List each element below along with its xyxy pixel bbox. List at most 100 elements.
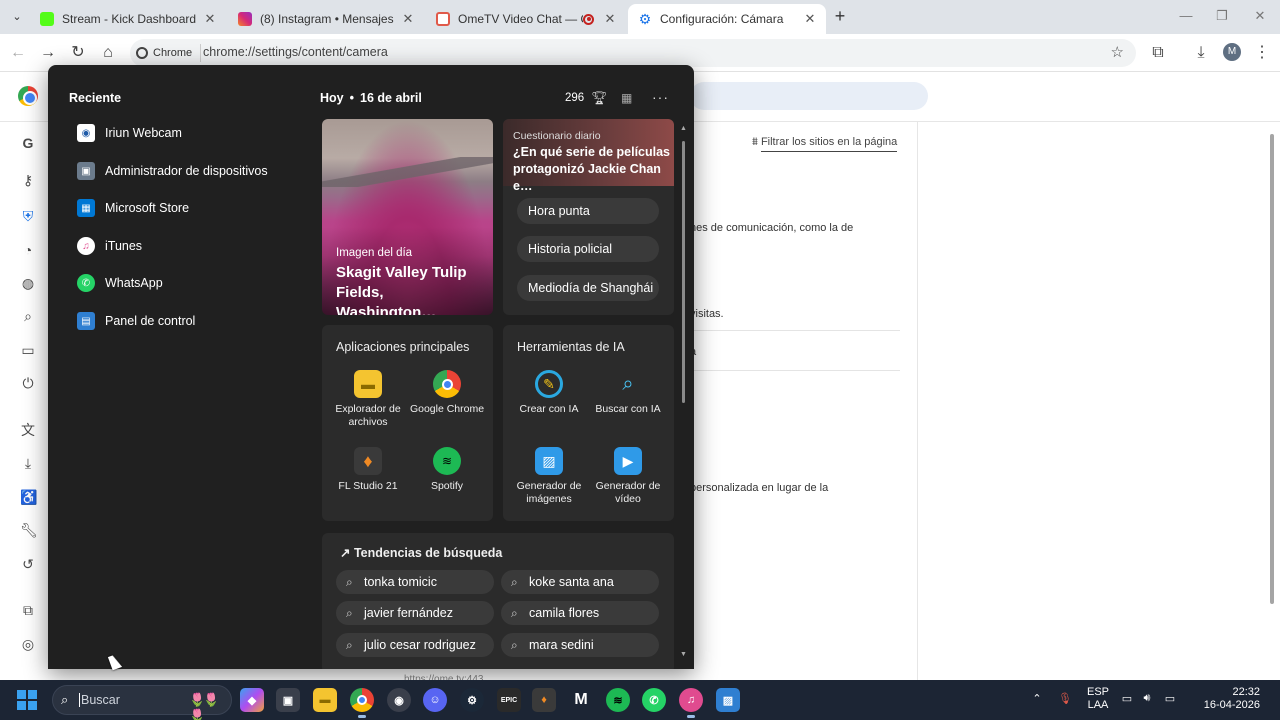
show-hidden-icons-chevron-icon[interactable]: ⌃ xyxy=(1030,692,1044,705)
trophy-icon[interactable]: 🏆︎ xyxy=(591,90,608,106)
tool-video-generator[interactable]: ▶ Generador de vídeo xyxy=(589,447,667,506)
app-fl-studio[interactable]: ♦ FL Studio 21 xyxy=(329,447,407,493)
trend-chip[interactable]: ⌕ tonka tomicic xyxy=(336,570,494,594)
rewards-points[interactable]: 296 xyxy=(565,92,584,104)
daily-quiz-card[interactable]: Cuestionario diario ¿En qué serie de pel… xyxy=(503,119,674,315)
tab-instagram[interactable]: (8) Instagram • Mensajes ✕ xyxy=(228,4,424,34)
new-tab-button[interactable]: + xyxy=(830,6,850,26)
quiz-option[interactable]: Hora punta xyxy=(517,198,659,224)
tab-ometv[interactable]: OmeTV Video Chat — Ome ✕ xyxy=(426,4,626,34)
download-icon[interactable]: ⤓ xyxy=(20,455,36,471)
close-window-icon[interactable]: ✕ xyxy=(1250,8,1270,24)
image-of-the-day-card[interactable]: Imagen del día Skagit Valley Tulip Field… xyxy=(322,119,493,315)
app-google-chrome[interactable]: Google Chrome xyxy=(408,370,486,416)
menu-kebab-icon[interactable]: ⋮ xyxy=(1252,43,1272,63)
extensions-icon[interactable]: ⧉ xyxy=(1148,43,1168,63)
more-options-icon[interactable]: ··· xyxy=(652,89,669,105)
snipping-tool-icon[interactable]: ▣ xyxy=(276,688,300,712)
close-icon[interactable]: ✕ xyxy=(400,11,416,27)
tab-search-chevron-icon[interactable]: ⌄ xyxy=(8,8,26,26)
recent-item-iriun-webcam[interactable]: ◉ Iriun Webcam xyxy=(77,122,182,144)
browser-window-icon[interactable]: ▭ xyxy=(20,342,36,358)
trend-chip[interactable]: ⌕ julio cesar rodriguez xyxy=(336,633,494,657)
accessibility-icon[interactable]: ♿ xyxy=(20,489,37,505)
trend-chip[interactable]: ⌕ javier fernández xyxy=(336,601,494,625)
scrollbar-thumb[interactable] xyxy=(1270,134,1274,604)
clock[interactable]: 22:32 16-04-2026 xyxy=(1196,686,1260,712)
tool-create-with-ai[interactable]: ✎ Crear con IA xyxy=(510,370,588,416)
download-icon[interactable]: ⤓ xyxy=(1191,43,1211,63)
extensions-icon[interactable]: ⧉ xyxy=(20,602,36,618)
profile-avatar[interactable]: M xyxy=(1223,43,1241,61)
minimize-icon[interactable]: — xyxy=(1176,8,1196,23)
microphone-icon[interactable]: 🎙︎ xyxy=(1058,692,1072,705)
page-scrollbar[interactable] xyxy=(1268,122,1276,680)
mega-m-icon[interactable]: M xyxy=(569,688,593,712)
image-app-icon[interactable]: ▨ xyxy=(716,688,740,712)
fl-studio-icon[interactable]: ♦ xyxy=(532,688,556,712)
quiz-option[interactable]: Mediodía de Shanghái xyxy=(517,275,659,301)
back-icon[interactable]: ← xyxy=(8,43,28,63)
maximize-icon[interactable]: ❐ xyxy=(1212,8,1232,24)
scroll-down-icon[interactable]: ▼ xyxy=(680,651,687,658)
filter-sites-link[interactable]: ⩩ Filtrar los sitios en la página xyxy=(752,136,898,152)
scrollbar-thumb[interactable] xyxy=(682,141,685,403)
whatsapp-icon[interactable]: ✆ xyxy=(642,688,666,712)
shield-icon[interactable]: ⛨ xyxy=(20,208,36,224)
language-indicator[interactable]: ESP LAA xyxy=(1084,686,1112,712)
reload-icon[interactable]: ↻ xyxy=(68,43,88,63)
wrench-icon[interactable]: 🔧︎ xyxy=(20,522,38,538)
widgets-icon[interactable]: ▦ xyxy=(621,91,637,105)
key-icon[interactable]: ⚷ xyxy=(20,172,36,188)
app-spotify[interactable]: ≋ Spotify xyxy=(408,447,486,493)
recent-item-control-panel[interactable]: ▤ Panel de control xyxy=(77,310,195,332)
tool-search-with-ai[interactable]: ⌕ Buscar con IA xyxy=(589,370,667,416)
trend-chip[interactable]: ⌕ camila flores xyxy=(501,601,659,625)
reset-icon[interactable]: ↺ xyxy=(20,556,36,572)
obs-icon[interactable]: ◉ xyxy=(387,688,411,712)
search-icon[interactable]: ⌕ xyxy=(20,308,36,324)
file-explorer-icon[interactable]: ▬ xyxy=(313,688,337,712)
recent-item-whatsapp[interactable]: ✆ WhatsApp xyxy=(77,272,163,294)
epic-games-icon[interactable]: EPIC xyxy=(497,688,521,712)
taskbar-search-input[interactable]: ⌕ Buscar 🌷🌷🌷 xyxy=(52,685,232,720)
trend-chip[interactable]: ⌕ koke santa ana xyxy=(501,570,659,594)
quiz-option[interactable]: Historia policial xyxy=(517,236,659,262)
discord-icon[interactable]: ☺ xyxy=(423,688,447,712)
tab-title: Stream - Kick Dashboard xyxy=(62,12,197,26)
close-icon[interactable]: ✕ xyxy=(202,11,218,27)
translate-icon[interactable]: 文 xyxy=(20,422,36,438)
power-icon[interactable]: ⏻ xyxy=(20,375,36,391)
settings-search-input[interactable] xyxy=(690,82,928,110)
recent-item-itunes[interactable]: ♫ iTunes xyxy=(77,235,142,257)
trend-chip[interactable]: ⌕ mara sedini xyxy=(501,633,659,657)
app-file-explorer[interactable]: ▬ Explorador de archivos xyxy=(329,370,407,429)
spotify-icon[interactable]: ≋ xyxy=(606,688,630,712)
forward-icon[interactable]: → xyxy=(38,43,58,63)
bookmark-star-icon[interactable]: ☆ xyxy=(1111,43,1124,61)
volume-icon[interactable]: 🔊︎ xyxy=(1140,692,1154,705)
network-icon[interactable]: ▭ xyxy=(1120,692,1134,705)
close-icon[interactable]: ✕ xyxy=(802,11,818,27)
tab-settings-camera[interactable]: ⚙ Configuración: Cámara ✕ xyxy=(628,4,826,34)
google-icon[interactable]: G xyxy=(20,135,36,151)
address-bar[interactable]: Chrome chrome://settings/content/camera … xyxy=(130,39,1136,67)
recent-item-microsoft-store[interactable]: ▦ Microsoft Store xyxy=(77,197,189,219)
windows-start-icon[interactable] xyxy=(17,690,37,710)
about-chrome-icon[interactable]: ◎ xyxy=(20,636,36,652)
home-icon[interactable]: ⌂ xyxy=(98,43,118,63)
performance-icon[interactable]: ◔ xyxy=(20,242,36,258)
tool-image-generator[interactable]: ▨ Generador de imágenes xyxy=(510,447,588,506)
site-chip[interactable]: Chrome xyxy=(136,44,202,62)
url-text[interactable]: chrome://settings/content/camera xyxy=(203,45,388,59)
close-icon[interactable]: ✕ xyxy=(602,11,618,27)
start-menu-scrollbar[interactable] xyxy=(682,127,686,407)
copilot-icon[interactable]: ◆ xyxy=(240,688,264,712)
chrome-icon[interactable] xyxy=(350,688,374,718)
recent-item-device-manager[interactable]: ▣ Administrador de dispositivos xyxy=(77,160,268,182)
steam-icon[interactable]: ⚙ xyxy=(460,688,484,712)
itunes-icon[interactable]: ♫ xyxy=(679,688,703,718)
battery-icon[interactable]: ▭ xyxy=(1162,692,1178,705)
tab-kick[interactable]: Stream - Kick Dashboard ✕ xyxy=(30,4,226,34)
palette-icon[interactable]: ◍ xyxy=(20,275,36,291)
